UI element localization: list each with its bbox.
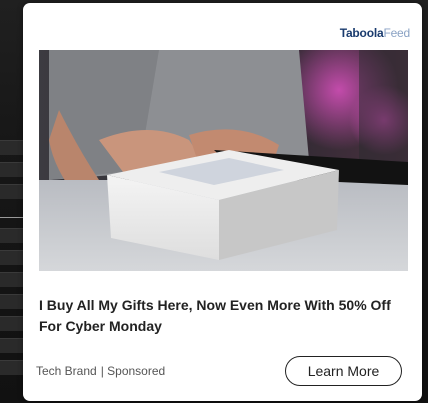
taboola-feed-logo[interactable]: TaboolaFeed [340, 26, 410, 40]
brand-sub-text: Feed [383, 26, 410, 40]
ad-meta: Tech Brand | Sponsored [36, 364, 165, 378]
sponsored-label: | Sponsored [100, 364, 166, 378]
ad-headline[interactable]: I Buy All My Gifts Here, Now Even More W… [39, 295, 411, 337]
ad-image[interactable] [39, 50, 408, 271]
advertiser-name[interactable]: Tech Brand [36, 364, 97, 378]
learn-more-button[interactable]: Learn More [285, 356, 402, 386]
gift-box-photo [39, 50, 408, 271]
sponsored-ad-card[interactable]: TaboolaFeed I Buy All My Gifts Here, Now… [23, 3, 422, 401]
brand-main-text: Taboola [339, 26, 384, 40]
